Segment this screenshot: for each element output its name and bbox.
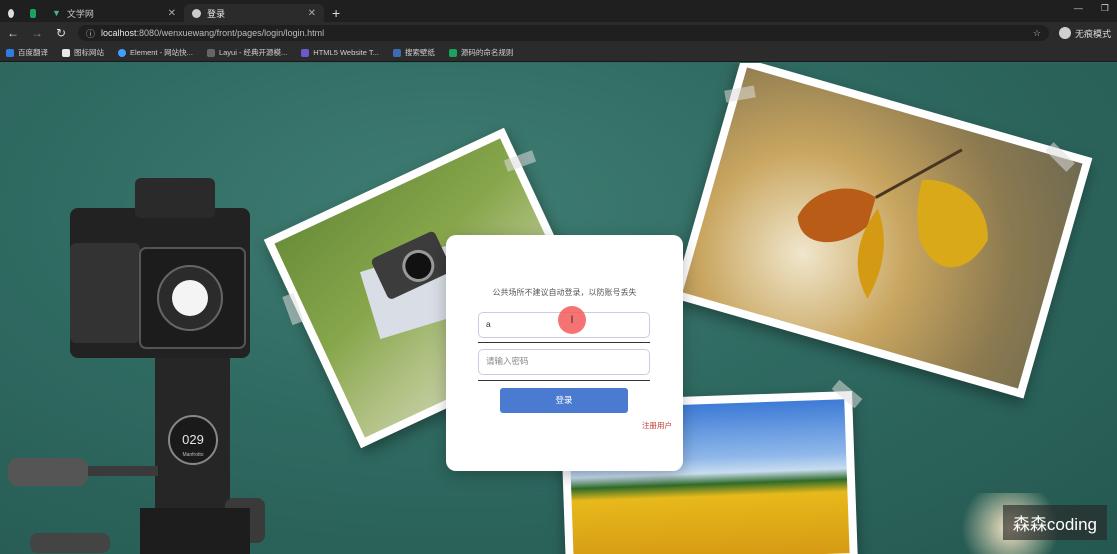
bookmark-item[interactable]: HTML5 Website T... bbox=[301, 48, 379, 57]
login-button[interactable]: 登录 bbox=[500, 388, 628, 413]
vue-logo-icon: ▼ bbox=[52, 8, 61, 18]
bookmark-item[interactable]: 图标网站 bbox=[62, 47, 104, 58]
minimize-icon[interactable]: — bbox=[1074, 3, 1083, 14]
tab-label: 登录 bbox=[207, 8, 226, 19]
browser-menu-icon[interactable] bbox=[0, 4, 22, 22]
restore-icon[interactable]: ❐ bbox=[1101, 3, 1109, 14]
browser-toolbar: ← → ↻ ⓘ localhost:8080/wenxuewang/front/… bbox=[0, 22, 1117, 44]
bookmark-item[interactable]: 搜索壁纸 bbox=[392, 47, 435, 58]
incognito-indicator[interactable]: 无痕模式 bbox=[1058, 27, 1111, 40]
bookmark-label: 图标网站 bbox=[74, 48, 104, 57]
bookmark-item[interactable]: 百度翻译 bbox=[6, 47, 48, 58]
brand-label: Manfrotto bbox=[182, 452, 203, 458]
bookmark-item[interactable]: Layui - 经典开源模... bbox=[206, 47, 288, 58]
bookmark-icon bbox=[301, 48, 310, 57]
watermark: 森森coding bbox=[1002, 505, 1107, 540]
window-controls: — ❐ bbox=[1074, 3, 1109, 14]
new-tab-button[interactable]: + bbox=[324, 4, 348, 22]
bookmark-label: Layui - 经典开源模... bbox=[218, 48, 288, 57]
leaves-graphic bbox=[797, 148, 988, 299]
photo-autumn-leaves bbox=[672, 63, 1093, 399]
star-icon[interactable]: ☆ bbox=[1033, 28, 1041, 39]
bookmark-icon bbox=[118, 48, 126, 57]
forward-icon[interactable]: → bbox=[30, 26, 44, 40]
close-icon[interactable]: ✕ bbox=[308, 8, 316, 19]
pinned-tab-icon[interactable] bbox=[22, 4, 44, 22]
info-icon: ⓘ bbox=[86, 28, 96, 39]
tab-wenxuewang[interactable]: ▼ 文学网 ✕ bbox=[44, 4, 184, 22]
bookmark-item[interactable]: 源码的命名规则 bbox=[448, 47, 514, 58]
cursor-indicator: I bbox=[558, 306, 586, 334]
bookmark-item[interactable]: Element - 网站快... bbox=[118, 47, 193, 58]
incognito-icon bbox=[1058, 27, 1071, 39]
bookmark-label: Element - 网站快... bbox=[130, 48, 193, 57]
browser-titlebar: ▼ 文学网 ✕ 登录 ✕ + — ❐ bbox=[0, 0, 1117, 22]
globe-icon bbox=[192, 8, 201, 18]
dial-number: 029 bbox=[182, 432, 204, 447]
password-input[interactable]: 请输入密码 bbox=[478, 349, 650, 375]
bookmark-label: HTML5 Website T... bbox=[313, 48, 379, 57]
login-card: 公共场所不建议自动登录，以防账号丢失 a 请输入密码 登录 注册用户 bbox=[446, 235, 683, 471]
input-underline bbox=[478, 342, 650, 343]
bookmark-icon bbox=[392, 48, 401, 57]
address-bar[interactable]: ⓘ localhost:8080/wenxuewang/front/pages/… bbox=[78, 25, 1049, 41]
input-underline bbox=[478, 380, 650, 381]
url-host: localhost bbox=[101, 28, 137, 38]
bookmark-icon bbox=[448, 48, 457, 57]
bookmark-label: 源码的命名规则 bbox=[460, 48, 514, 57]
bookmarks-bar: 百度翻译 图标网站 Element - 网站快... Layui - 经典开源模… bbox=[0, 44, 1117, 62]
camera-image: 029 Manfrotto bbox=[8, 178, 265, 554]
back-icon[interactable]: ← bbox=[6, 26, 20, 40]
tab-label: 文学网 bbox=[66, 8, 94, 19]
bookmark-label: 搜索壁纸 bbox=[404, 48, 435, 57]
incognito-label: 无痕模式 bbox=[1074, 28, 1111, 39]
bookmark-icon bbox=[206, 48, 215, 57]
folder-icon bbox=[62, 48, 70, 57]
login-page: 029 Manfrotto 公共场所不建议自动登录，以防账号丢失 a 请输入密码… bbox=[0, 63, 1117, 554]
bookmark-label: 百度翻译 bbox=[18, 48, 48, 57]
register-link[interactable]: 注册用户 bbox=[642, 420, 672, 431]
bookmark-icon bbox=[6, 48, 14, 57]
login-notice: 公共场所不建议自动登录，以防账号丢失 bbox=[492, 288, 637, 297]
close-icon[interactable]: ✕ bbox=[168, 8, 176, 19]
tab-login[interactable]: 登录 ✕ bbox=[184, 4, 324, 22]
reload-icon[interactable]: ↻ bbox=[54, 26, 68, 40]
url-path: :8080/wenxuewang/front/pages/login/login… bbox=[136, 28, 325, 38]
